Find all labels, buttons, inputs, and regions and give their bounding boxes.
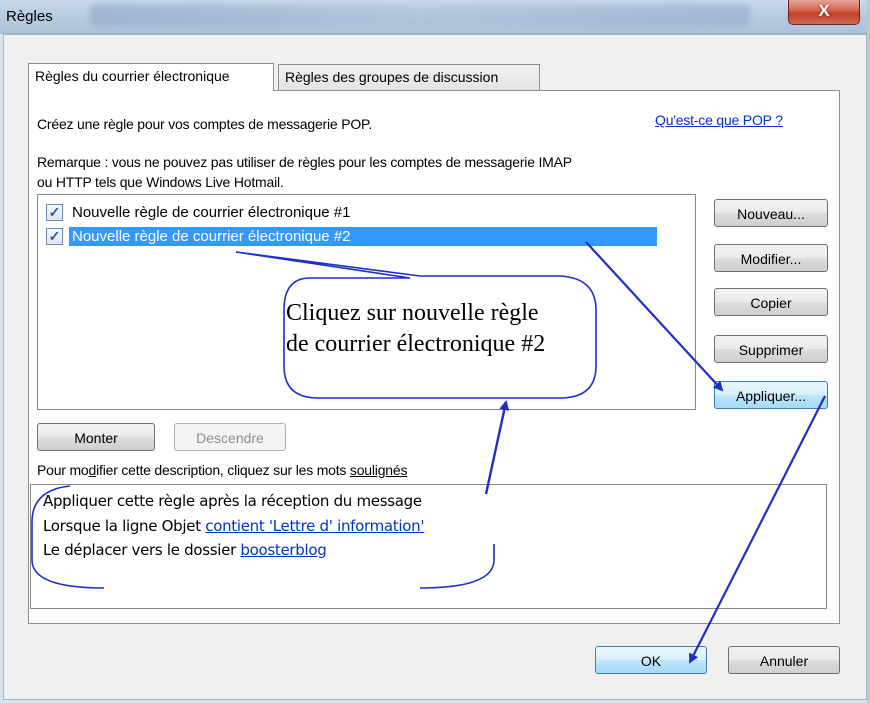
hint-prefix: Pour (37, 462, 70, 478)
tab-label: Règles du courrier électronique (35, 68, 230, 84)
rule-label: Nouvelle règle de courrier électronique … (72, 203, 351, 221)
description-hint: Pour modifier cette description, cliquez… (37, 462, 407, 478)
rule-checkbox[interactable]: ✓ (46, 203, 63, 221)
remark-line-1: Remarque : vous ne pouvez pas utiliser d… (37, 154, 572, 170)
ok-button[interactable]: OK (595, 646, 707, 674)
hint-word-part: mo (69, 462, 89, 478)
description-action-prefix: Le déplacer vers le dossier (43, 541, 241, 559)
apply-button[interactable]: Appliquer... (714, 381, 828, 409)
title-bar: Règles X (0, 0, 870, 34)
intro-text: Créez une règle pour vos comptes de mess… (37, 116, 373, 132)
what-is-pop-link[interactable]: Qu'est-ce que POP ? (655, 112, 783, 128)
description-line-3: Le déplacer vers le dossier boosterblog (43, 541, 327, 559)
description-line-2: Lorsque la ligne Objet contient 'Lettre … (43, 517, 424, 535)
tab-email-rules[interactable]: Règles du courrier électronique (28, 63, 274, 91)
checkmark-icon: ✓ (48, 228, 61, 244)
rule-description-box: Appliquer cette règle après la réception… (30, 484, 827, 609)
tab-label: Règles des groupes de discussion (285, 69, 499, 85)
copy-button[interactable]: Copier (714, 288, 828, 316)
rule-item-selected[interactable]: ✓ Nouvelle règle de courrier électroniqu… (46, 225, 657, 247)
cancel-button[interactable]: Annuler (728, 646, 840, 674)
window-title: Règles (6, 8, 53, 25)
close-button[interactable]: X (788, 0, 860, 25)
new-button[interactable]: Nouveau... (714, 199, 828, 227)
move-down-button[interactable]: Descendre (174, 423, 286, 451)
rule-checkbox[interactable]: ✓ (46, 227, 63, 245)
close-icon: X (818, 1, 830, 20)
rule-item[interactable]: ✓ Nouvelle règle de courrier électroniqu… (46, 201, 354, 223)
move-up-button[interactable]: Monter (37, 423, 155, 451)
modify-button[interactable]: Modifier... (714, 244, 828, 272)
callout-line-1: Cliquez sur nouvelle règle (286, 300, 539, 326)
checkmark-icon: ✓ (48, 204, 61, 220)
remark-line-2: ou HTTP tels que Windows Live Hotmail. (37, 174, 284, 190)
callout-text: Cliquez sur nouvelle règle de courrier é… (286, 298, 596, 360)
delete-button[interactable]: Supprimer (714, 335, 828, 363)
rule-label: Nouvelle règle de courrier électronique … (69, 226, 657, 246)
hint-underlined-word: soulignés (349, 462, 408, 478)
description-condition-prefix: Lorsque la ligne Objet (43, 517, 206, 535)
hint-middle: ifier cette description, cliquez sur les… (96, 462, 350, 478)
callout-line-2: de courrier électronique #2 (286, 331, 546, 357)
blurred-background (90, 4, 750, 26)
subject-contains-link[interactable]: contient 'Lettre d' information' (205, 517, 424, 535)
hint-access-key: d (88, 462, 97, 478)
target-folder-link[interactable]: boosterblog (240, 541, 326, 559)
tab-newsgroup-rules[interactable]: Règles des groupes de discussion (278, 64, 540, 90)
description-line-1: Appliquer cette règle après la réception… (43, 492, 422, 510)
